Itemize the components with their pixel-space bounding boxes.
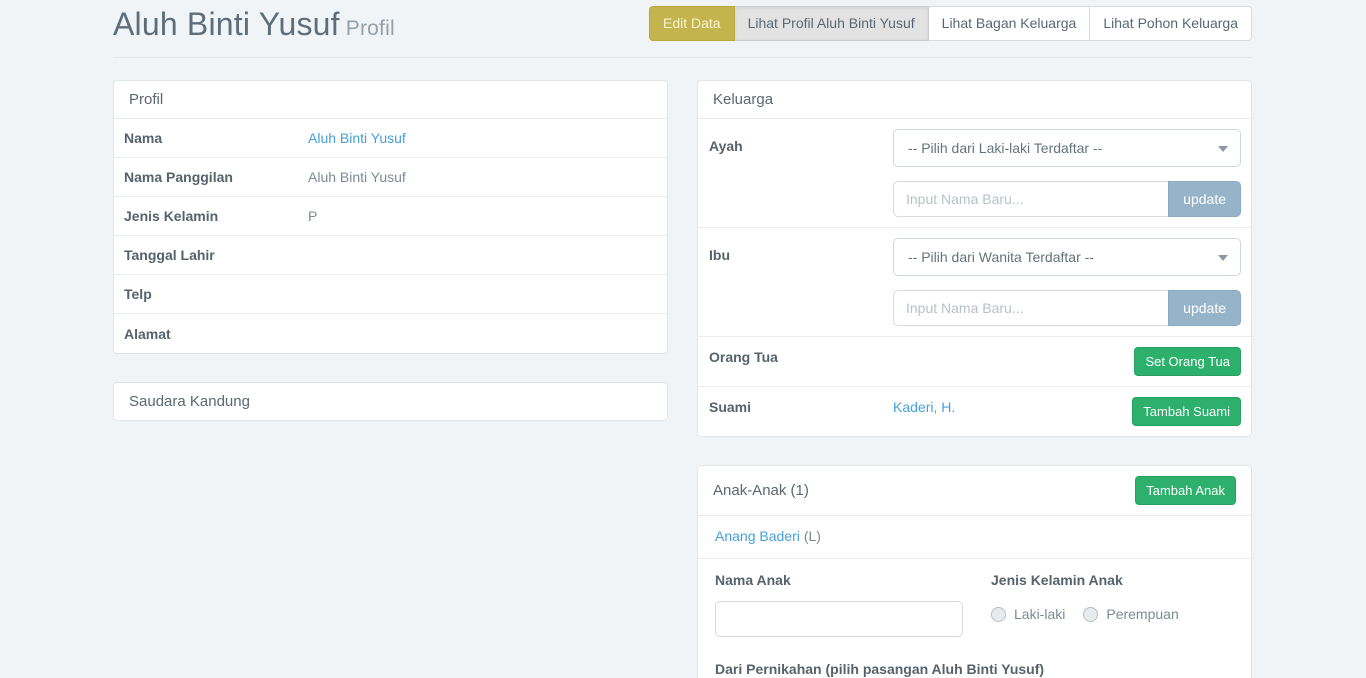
profil-row-label: Tanggal Lahir [124,247,308,263]
right-column: Keluarga Ayah -- Pilih dari Laki-laki Te… [697,80,1252,678]
anak-anak-title: Anak-Anak (1) [713,482,809,499]
saudara-kandung-title: Saudara Kandung [129,393,250,410]
set-orang-tua-button[interactable]: Set Orang Tua [1134,347,1241,376]
nama-anak-input[interactable] [715,601,963,637]
person-name: Aluh Binti Yusuf [113,6,340,42]
suami-label: Suami [709,397,893,415]
radio-unchecked-icon [991,607,1006,622]
radio-laki-laki-label: Laki-laki [1014,606,1065,622]
tambah-suami-button[interactable]: Tambah Suami [1132,397,1241,426]
child-name-link[interactable]: Anang Baderi [715,528,800,544]
profil-panel-heading: Profil [114,81,667,119]
ibu-label: Ibu [709,238,893,263]
radio-laki-laki[interactable]: Laki-laki [991,606,1065,622]
profil-row-label: Jenis Kelamin [124,208,308,224]
anak-anak-panel: Anak-Anak (1) Tambah Anak Anang Baderi(L… [697,465,1252,678]
ibu-nama-baru-input[interactable] [893,290,1168,326]
profil-row-telp: Telp [114,275,667,314]
jenis-kelamin-anak-label: Jenis Kelamin Anak [991,572,1236,588]
suami-link[interactable]: Kaderi, H. [893,399,955,415]
profil-row-label: Alamat [124,326,308,342]
lihat-pohon-keluarga-button[interactable]: Lihat Pohon Keluarga [1090,6,1252,41]
profil-row-nama: Nama Aluh Binti Yusuf [114,119,667,158]
radio-perempuan-label: Perempuan [1106,606,1178,622]
profil-row-jenis-kelamin: Jenis Kelamin P [114,197,667,236]
child-list-item: Anang Baderi(L) [698,516,1251,559]
ayah-update-button[interactable]: update [1168,181,1241,217]
ibu-select-value: -- Pilih dari Wanita Terdaftar -- [908,249,1094,265]
profil-row-tanggal-lahir: Tanggal Lahir [114,236,667,275]
tambah-anak-form: Nama Anak Jenis Kelamin Anak Laki-laki [698,559,1251,678]
ayah-select-value: -- Pilih dari Laki-laki Terdaftar -- [908,140,1102,156]
nama-anak-label: Nama Anak [715,572,991,588]
profil-row-alamat: Alamat [114,314,667,353]
tambah-anak-header-button[interactable]: Tambah Anak [1135,476,1236,505]
saudara-kandung-heading: Saudara Kandung [114,383,667,420]
suami-row: Suami Kaderi, H. Tambah Suami [698,387,1251,436]
saudara-kandung-panel: Saudara Kandung [113,382,668,421]
keluarga-panel-heading: Keluarga [698,81,1251,119]
radio-unchecked-icon [1083,607,1098,622]
left-column: Profil Nama Aluh Binti Yusuf Nama Panggi… [113,80,668,449]
anak-anak-heading: Anak-Anak (1) Tambah Anak [698,466,1251,516]
keluarga-panel: Keluarga Ayah -- Pilih dari Laki-laki Te… [697,80,1252,437]
profil-panel-title: Profil [129,91,163,108]
page-subtitle: Profil [346,17,395,40]
ayah-select[interactable]: -- Pilih dari Laki-laki Terdaftar -- [893,129,1241,167]
orang-tua-row: Orang Tua Set Orang Tua [698,337,1251,387]
profil-row-label: Nama [124,130,308,146]
profil-row-value: Aluh Binti Yusuf [308,169,406,185]
ibu-row: Ibu -- Pilih dari Wanita Terdaftar -- up… [698,228,1251,337]
profil-row-nama-panggilan: Nama Panggilan Aluh Binti Yusuf [114,158,667,197]
page: Aluh Binti Yusuf Profil Edit Data Lihat P… [0,0,1366,678]
profil-row-label: Nama Panggilan [124,169,308,185]
orang-tua-label: Orang Tua [709,347,893,365]
dari-pernikahan-label: Dari Pernikahan (pilih pasangan Aluh Bin… [715,661,1236,677]
ayah-label: Ayah [709,129,893,154]
lihat-bagan-keluarga-button[interactable]: Lihat Bagan Keluarga [929,6,1091,41]
child-gender-suffix: (L) [804,528,821,544]
edit-data-button[interactable]: Edit Data [649,6,735,41]
ayah-row: Ayah -- Pilih dari Laki-laki Terdaftar -… [698,119,1251,228]
lihat-profil-button[interactable]: Lihat Profil Aluh Binti Yusuf [735,6,929,41]
view-button-group: Edit Data Lihat Profil Aluh Binti Yusuf … [649,6,1252,41]
chevron-down-icon [1218,255,1228,261]
profil-row-value: P [308,208,317,224]
radio-perempuan[interactable]: Perempuan [1083,606,1178,622]
profil-row-label: Telp [124,286,308,302]
ibu-select[interactable]: -- Pilih dari Wanita Terdaftar -- [893,238,1241,276]
ayah-nama-baru-input[interactable] [893,181,1168,217]
chevron-down-icon [1218,146,1228,152]
profil-panel: Profil Nama Aluh Binti Yusuf Nama Panggi… [113,80,668,354]
page-title: Aluh Binti Yusuf Profil [113,6,395,43]
ibu-update-button[interactable]: update [1168,290,1241,326]
profil-nama-link[interactable]: Aluh Binti Yusuf [308,130,406,146]
page-header: Aluh Binti Yusuf Profil Edit Data Lihat P… [113,0,1252,58]
keluarga-panel-title: Keluarga [713,91,773,108]
